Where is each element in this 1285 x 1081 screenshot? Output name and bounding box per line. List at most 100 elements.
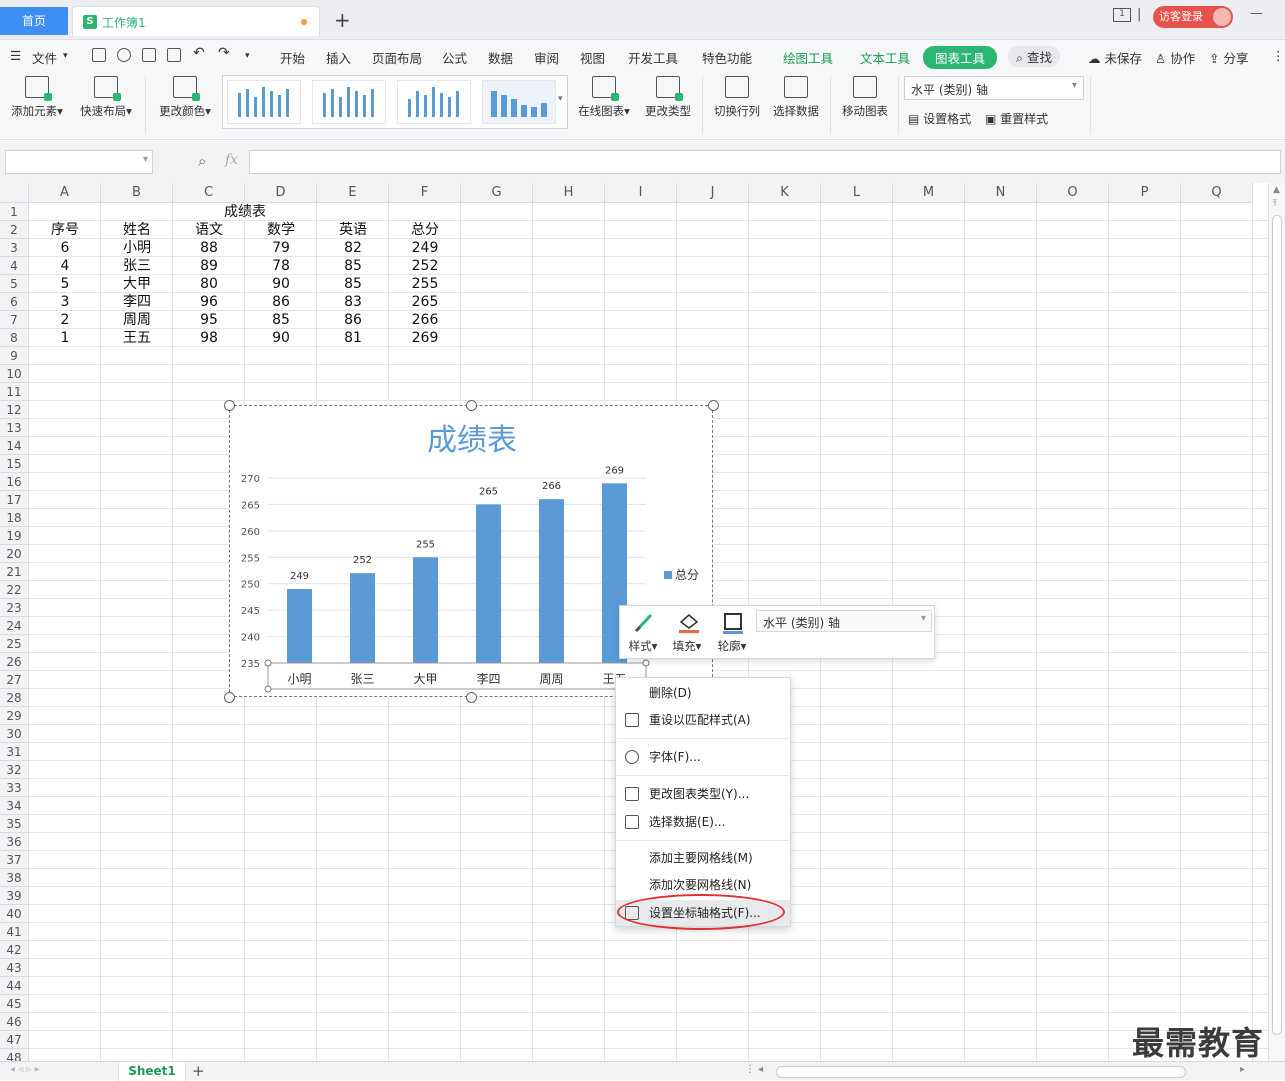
row-header-3[interactable]: 3 bbox=[0, 239, 29, 257]
set-format-button[interactable]: ▤ 设置格式 bbox=[908, 110, 971, 127]
vertical-scroll-thumb[interactable] bbox=[1272, 215, 1282, 1035]
window-count-icon[interactable]: 1 bbox=[1113, 8, 1131, 22]
horizontal-scroll-thumb[interactable] bbox=[776, 1066, 1186, 1078]
menu-item-change-chart-type[interactable]: 更改图表类型(Y)... bbox=[616, 781, 790, 807]
menu-chart-tools[interactable]: 图表工具 bbox=[923, 46, 998, 69]
data-cell[interactable]: 李四 bbox=[101, 293, 173, 311]
share-button[interactable]: ⇪ 分享 bbox=[1209, 48, 1248, 67]
change-type-button[interactable]: 更改类型 bbox=[642, 76, 694, 119]
data-cell[interactable]: 255 bbox=[389, 275, 461, 293]
header-cell[interactable]: 语文 bbox=[173, 221, 245, 239]
data-cell[interactable]: 4 bbox=[29, 257, 101, 275]
data-cell[interactable]: 85 bbox=[317, 257, 389, 275]
column-header-L[interactable]: L bbox=[821, 183, 893, 203]
fill-button[interactable]: 填充▾ bbox=[666, 612, 708, 654]
move-chart-button[interactable]: 移动图表 bbox=[838, 76, 892, 119]
column-header-B[interactable]: B bbox=[101, 183, 173, 203]
header-cell[interactable]: 姓名 bbox=[101, 221, 173, 239]
hscroll-right-icon[interactable]: ▸ bbox=[1240, 1064, 1245, 1075]
row-header-21[interactable]: 21 bbox=[0, 563, 29, 581]
row-header-18[interactable]: 18 bbox=[0, 509, 29, 527]
zoom-icon[interactable]: ⌕ bbox=[198, 152, 206, 170]
menu-item-select-data[interactable]: 选择数据(E)... bbox=[616, 809, 790, 835]
more-chevron-icon[interactable]: ▾ bbox=[245, 51, 250, 61]
row-header-10[interactable]: 10 bbox=[0, 365, 29, 383]
row-header-42[interactable]: 42 bbox=[0, 941, 29, 959]
scroll-up-icon[interactable]: ▲ bbox=[1273, 185, 1280, 195]
column-header-Q[interactable]: Q bbox=[1181, 183, 1253, 203]
data-cell[interactable]: 85 bbox=[245, 311, 317, 329]
row-header-28[interactable]: 28 bbox=[0, 689, 29, 707]
column-header-K[interactable]: K bbox=[749, 183, 821, 203]
resize-handle-tr[interactable] bbox=[708, 400, 719, 411]
hscroll-left-icon[interactable]: ⋮ ◂ bbox=[745, 1064, 763, 1075]
row-header-39[interactable]: 39 bbox=[0, 887, 29, 905]
column-header-A[interactable]: A bbox=[29, 183, 101, 203]
vertical-scrollbar[interactable]: ▲ ⤒ bbox=[1268, 183, 1285, 1061]
column-header-M[interactable]: M bbox=[893, 183, 965, 203]
column-header-C[interactable]: C bbox=[173, 183, 245, 203]
print-preview-icon[interactable] bbox=[167, 48, 181, 62]
style-button[interactable]: 样式▾ bbox=[622, 612, 664, 654]
row-header-22[interactable]: 22 bbox=[0, 581, 29, 599]
undo-icon[interactable]: ↶ bbox=[193, 45, 205, 61]
header-cell[interactable]: 英语 bbox=[317, 221, 389, 239]
data-cell[interactable]: 3 bbox=[29, 293, 101, 311]
new-tab-button[interactable]: + bbox=[334, 8, 351, 32]
data-cell[interactable]: 98 bbox=[173, 329, 245, 347]
row-header-6[interactable]: 6 bbox=[0, 293, 29, 311]
tab-workbook[interactable]: S 工作簿1 bbox=[72, 6, 320, 36]
row-header-7[interactable]: 7 bbox=[0, 311, 29, 329]
resize-handle-bl[interactable] bbox=[224, 692, 235, 703]
chart-style-2[interactable] bbox=[312, 80, 386, 124]
data-cell[interactable]: 83 bbox=[317, 293, 389, 311]
sheet-title-cell[interactable]: 成绩表 bbox=[29, 203, 461, 221]
redo-icon[interactable]: ↷ bbox=[218, 45, 230, 61]
column-header-G[interactable]: G bbox=[461, 183, 533, 203]
header-cell[interactable]: 序号 bbox=[29, 221, 101, 239]
header-cell[interactable]: 总分 bbox=[389, 221, 461, 239]
select-data-button[interactable]: 选择数据 bbox=[770, 76, 822, 119]
column-header-P[interactable]: P bbox=[1109, 183, 1181, 203]
quick-layout-button[interactable]: 快速布局▾ bbox=[77, 76, 135, 119]
header-cell[interactable]: 数学 bbox=[245, 221, 317, 239]
row-header-43[interactable]: 43 bbox=[0, 959, 29, 977]
row-header-34[interactable]: 34 bbox=[0, 797, 29, 815]
name-box[interactable] bbox=[5, 150, 153, 174]
data-cell[interactable]: 2 bbox=[29, 311, 101, 329]
sheet-nav-icon[interactable]: ◂ ◃ ▹ ▸ bbox=[10, 1064, 40, 1075]
menu-item-font[interactable]: 字体(F)... bbox=[616, 744, 790, 770]
row-header-36[interactable]: 36 bbox=[0, 833, 29, 851]
column-header-J[interactable]: J bbox=[677, 183, 749, 203]
change-color-button[interactable]: 更改颜色▾ bbox=[155, 76, 215, 119]
column-header-F[interactable]: F bbox=[389, 183, 461, 203]
data-cell[interactable]: 266 bbox=[389, 311, 461, 329]
row-header-32[interactable]: 32 bbox=[0, 761, 29, 779]
data-cell[interactable]: 小明 bbox=[101, 239, 173, 257]
row-header-25[interactable]: 25 bbox=[0, 635, 29, 653]
data-cell[interactable]: 79 bbox=[245, 239, 317, 257]
add-sheet-icon[interactable]: + bbox=[192, 1062, 205, 1080]
column-header-D[interactable]: D bbox=[245, 183, 317, 203]
tab-home[interactable]: 首页 bbox=[0, 7, 68, 35]
menu-insert[interactable]: 插入 bbox=[326, 48, 351, 67]
axis-element-select[interactable]: 水平 (类别) 轴 bbox=[904, 76, 1084, 100]
row-header-44[interactable]: 44 bbox=[0, 977, 29, 995]
menu-text-tools[interactable]: 文本工具 bbox=[860, 48, 910, 67]
row-header-24[interactable]: 24 bbox=[0, 617, 29, 635]
fx-icon[interactable]: fx bbox=[225, 152, 238, 168]
column-header-N[interactable]: N bbox=[965, 183, 1037, 203]
row-header-14[interactable]: 14 bbox=[0, 437, 29, 455]
data-cell[interactable]: 81 bbox=[317, 329, 389, 347]
column-header-E[interactable]: E bbox=[317, 183, 389, 203]
data-cell[interactable]: 252 bbox=[389, 257, 461, 275]
row-header-37[interactable]: 37 bbox=[0, 851, 29, 869]
formula-input[interactable] bbox=[249, 150, 1281, 174]
data-cell[interactable]: 88 bbox=[173, 239, 245, 257]
row-header-12[interactable]: 12 bbox=[0, 401, 29, 419]
chart-style-1[interactable] bbox=[227, 80, 301, 124]
chart-style-4[interactable] bbox=[482, 80, 556, 124]
menu-drawing-tools[interactable]: 绘图工具 bbox=[783, 48, 833, 67]
data-cell[interactable]: 90 bbox=[245, 329, 317, 347]
row-header-35[interactable]: 35 bbox=[0, 815, 29, 833]
